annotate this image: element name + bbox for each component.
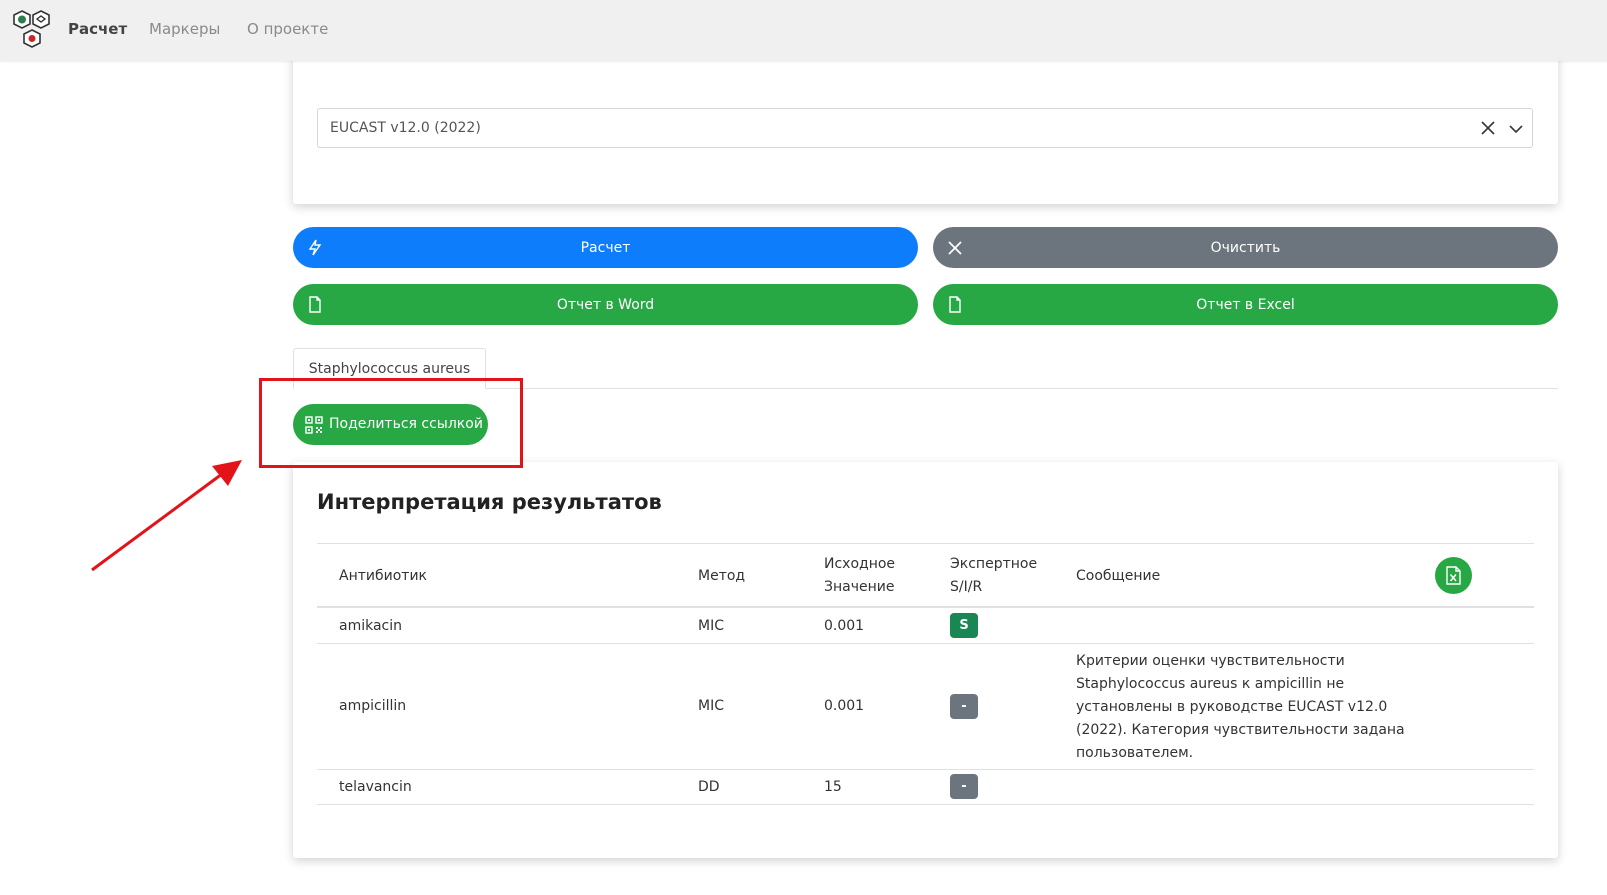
cell-antibiotic: ampicillin	[339, 698, 407, 714]
file-icon	[949, 296, 961, 313]
top-navbar: Расчет Маркеры О проекте	[0, 0, 1607, 61]
file-icon	[309, 296, 321, 313]
guideline-select-value: EUCAST v12.0 (2022)	[330, 120, 481, 136]
nav-link-about[interactable]: О проекте	[247, 20, 328, 38]
column-header-initial-value: Исходное Значение	[824, 553, 895, 599]
column-header-antibiotic: Антибиотик	[339, 568, 427, 584]
table-top-border	[317, 543, 1534, 544]
column-header-message: Сообщение	[1076, 568, 1161, 584]
calculate-button[interactable]: Расчет	[293, 227, 918, 268]
cell-value: 15	[824, 779, 842, 795]
sir-badge: -	[950, 694, 978, 719]
chevron-down-icon[interactable]	[1508, 121, 1524, 137]
clear-button-label: Очистить	[1210, 239, 1281, 256]
nav-link-markers[interactable]: Маркеры	[149, 20, 220, 38]
cell-value: 0.001	[824, 698, 865, 714]
cell-value: 0.001	[824, 618, 865, 634]
table-row-border	[317, 643, 1534, 644]
tab-label: Staphylococcus aureus	[308, 360, 471, 377]
excel-report-button-label: Отчет в Excel	[1196, 296, 1295, 313]
export-excel-button[interactable]	[1435, 557, 1472, 594]
column-header-method: Метод	[698, 568, 746, 584]
column-header-initial-line2: Значение	[824, 579, 895, 595]
excel-report-button[interactable]: Отчет в Excel	[933, 284, 1558, 325]
cell-method: MIC	[698, 698, 724, 714]
clear-button[interactable]: Очистить	[933, 227, 1558, 268]
guideline-select[interactable]: EUCAST v12.0 (2022)	[317, 108, 1533, 148]
table-row-border	[317, 769, 1534, 770]
cell-method: DD	[698, 779, 720, 795]
column-header-expert-line1: Экспертное	[950, 556, 1038, 572]
table-bottom-border	[317, 804, 1534, 805]
column-header-initial-line1: Исходное	[824, 556, 896, 572]
clear-icon[interactable]	[1480, 120, 1496, 136]
nav-link-calculate[interactable]: Расчет	[68, 20, 127, 38]
annotation-highlight-box	[259, 378, 523, 468]
calculate-button-label: Расчет	[580, 239, 631, 256]
annotation-arrow-icon	[91, 460, 242, 572]
sir-badge: -	[950, 774, 978, 799]
results-title: Интерпретация результатов	[317, 490, 662, 514]
cell-antibiotic: telavancin	[339, 779, 412, 795]
close-icon	[948, 241, 962, 255]
table-header-border	[317, 606, 1534, 608]
word-report-button[interactable]: Отчет в Word	[293, 284, 918, 325]
cell-method: MIC	[698, 618, 724, 634]
column-header-expert-line2: S/I/R	[950, 579, 983, 595]
column-header-expert-sir: Экспертное S/I/R	[950, 553, 1037, 599]
word-report-button-label: Отчет в Word	[556, 296, 655, 313]
file-excel-icon	[1446, 566, 1461, 585]
app-logo-icon[interactable]	[10, 9, 54, 51]
lightning-icon	[308, 239, 322, 256]
cell-antibiotic: amikacin	[339, 618, 403, 634]
cell-message: Критерии оценки чувствительности Staphyl…	[1076, 653, 1405, 761]
sir-badge: S	[950, 613, 978, 638]
